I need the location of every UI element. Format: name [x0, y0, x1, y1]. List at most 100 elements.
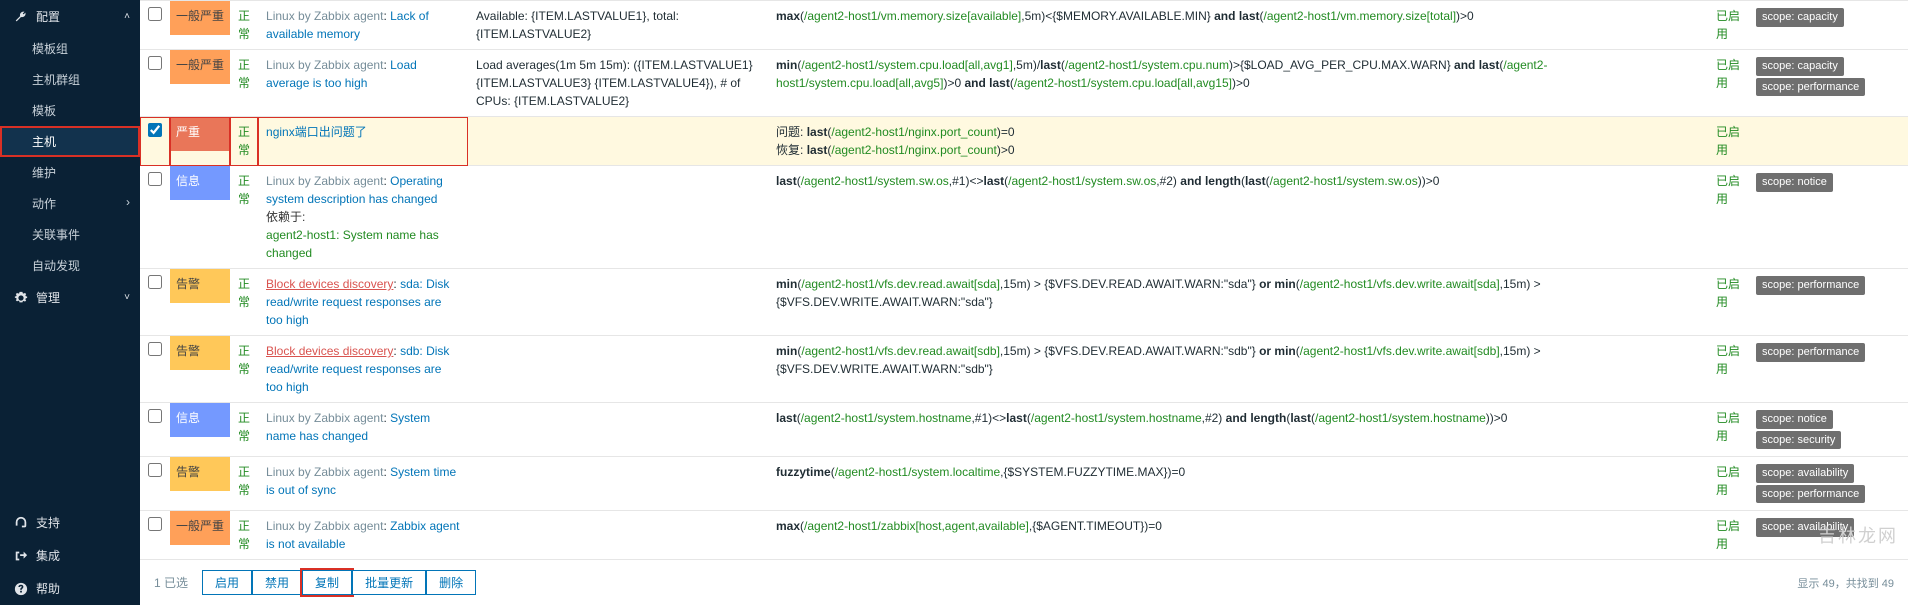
- template-link[interactable]: Linux by Zabbix agent: [266, 58, 383, 72]
- template-link[interactable]: Linux by Zabbix agent: [266, 9, 383, 23]
- enable-link[interactable]: 已启用: [1716, 277, 1740, 309]
- headset-icon: [14, 516, 28, 530]
- row-checkbox[interactable]: [148, 56, 162, 70]
- template-link[interactable]: Linux by Zabbix agent: [266, 174, 383, 188]
- expr-item-link[interactable]: /agent2-host1/system.cpu.load[all,avg15]: [1014, 76, 1232, 90]
- table-row: 信息正常Linux by Zabbix agent: Operating sys…: [140, 166, 1908, 269]
- sidebar-bottom-支持[interactable]: 支持: [0, 506, 140, 539]
- row-checkbox[interactable]: [148, 7, 162, 21]
- section-label: 管理: [36, 289, 60, 306]
- row-checkbox[interactable]: [148, 409, 162, 423]
- enable-link[interactable]: 已启用: [1716, 411, 1740, 443]
- severity-badge: 告警: [170, 269, 230, 303]
- row-checkbox[interactable]: [148, 275, 162, 289]
- discovery-link[interactable]: Block devices discovery: [266, 277, 393, 291]
- opdata-text: Available: {ITEM.LASTVALUE1}, total: {IT…: [476, 9, 679, 41]
- table-row: 告警正常Linux by Zabbix agent: System time i…: [140, 457, 1908, 511]
- footer-button-启用[interactable]: 启用: [202, 570, 252, 595]
- expr-item-link[interactable]: /agent2-host1/vm.memory.size[total]: [1264, 9, 1457, 23]
- enable-link[interactable]: 已启用: [1716, 9, 1740, 41]
- sidebar-item-主机[interactable]: 主机: [0, 126, 140, 157]
- expr-item-link[interactable]: /agent2-host1/system.hostname: [801, 411, 972, 425]
- template-link[interactable]: Linux by Zabbix agent: [266, 411, 383, 425]
- expr-item-link[interactable]: /agent2-host1/vm.memory.size[available]: [804, 9, 1021, 23]
- summary-text: 显示 49，共找到 49: [1797, 575, 1894, 591]
- expr-item-link[interactable]: /agent2-host1/nginx.port_count: [831, 125, 996, 139]
- expr-item-link[interactable]: /agent2-host1/vfs.dev.read.await[sdb]: [801, 344, 1000, 358]
- expr-item-link[interactable]: /agent2-host1/system.hostname: [1031, 411, 1202, 425]
- table-row: 信息正常Linux by Zabbix agent: System name h…: [140, 403, 1908, 457]
- item-label: 主机: [32, 135, 56, 149]
- expr-item-link[interactable]: /agent2-host1/zabbix[host,agent,availabl…: [804, 519, 1029, 533]
- enable-link[interactable]: 已启用: [1716, 125, 1740, 157]
- enable-link[interactable]: 已启用: [1716, 519, 1740, 551]
- expr-item-link[interactable]: /agent2-host1/system.hostname: [1315, 411, 1486, 425]
- row-checkbox[interactable]: [148, 123, 162, 137]
- status-text: 正常: [238, 174, 250, 206]
- severity-badge: 告警: [170, 336, 230, 370]
- sidebar: 配置˄模板组主机群组模板主机维护动作›关联事件自动发现管理 ˅ 支持集成帮助: [0, 0, 140, 605]
- row-checkbox[interactable]: [148, 172, 162, 186]
- tag-badge: scope: performance: [1756, 276, 1865, 295]
- dependency-link[interactable]: agent2-host1: System name has changed: [266, 228, 439, 260]
- chevron-icon: ˅: [124, 292, 130, 303]
- question-icon: [14, 582, 28, 596]
- expr-item-link[interactable]: /agent2-host1/system.cpu.num: [1065, 58, 1229, 72]
- tag-badge: scope: notice: [1756, 173, 1833, 192]
- table-row: 一般严重正常Linux by Zabbix agent: Lack of ava…: [140, 1, 1908, 50]
- expr-item-link[interactable]: /agent2-host1/system.localtime: [835, 465, 1000, 479]
- expression-cell: fuzzytime(/agent2-host1/system.localtime…: [768, 457, 1708, 511]
- expression-cell: last(/agent2-host1/system.sw.os,#1)<>las…: [768, 166, 1708, 269]
- expr-item-link[interactable]: /agent2-host1/vfs.dev.read.await[sda]: [801, 277, 1000, 291]
- footer-button-批量更新[interactable]: 批量更新: [352, 570, 426, 595]
- enable-link[interactable]: 已启用: [1716, 58, 1740, 90]
- status-text: 正常: [238, 9, 250, 41]
- discovery-link[interactable]: Block devices discovery: [266, 344, 393, 358]
- expr-item-link[interactable]: /agent2-host1/vfs.dev.write.await[sda]: [1300, 277, 1500, 291]
- table-row: 告警正常Block devices discovery: sdb: Disk r…: [140, 336, 1908, 403]
- enable-link[interactable]: 已启用: [1716, 465, 1740, 497]
- expr-item-link[interactable]: /agent2-host1/nginx.port_count: [831, 143, 996, 157]
- footer-button-删除[interactable]: 删除: [426, 570, 476, 595]
- sidebar-item-关联事件[interactable]: 关联事件: [0, 219, 140, 250]
- sidebar-item-模板[interactable]: 模板: [0, 95, 140, 126]
- chevron-right-icon: ›: [126, 195, 130, 209]
- status-text: 正常: [238, 519, 250, 551]
- item-label: 支持: [36, 514, 60, 531]
- sidebar-item-模板组[interactable]: 模板组: [0, 33, 140, 64]
- status-text: 正常: [238, 465, 250, 497]
- row-checkbox[interactable]: [148, 463, 162, 477]
- trigger-name-link[interactable]: nginx端口出问题了: [266, 125, 367, 139]
- triggers-table: 一般严重正常Linux by Zabbix agent: Lack of ava…: [140, 0, 1908, 559]
- expr-item-link[interactable]: /agent2-host1/system.sw.os: [1270, 174, 1418, 188]
- tag-badge: scope: availability: [1756, 518, 1854, 537]
- sidebar-item-主机群组[interactable]: 主机群组: [0, 64, 140, 95]
- expr-item-link[interactable]: /agent2-host1/system.cpu.load[all,avg1]: [801, 58, 1012, 72]
- status-text: 正常: [238, 344, 250, 376]
- sidebar-bottom-集成[interactable]: 集成: [0, 539, 140, 572]
- template-link[interactable]: Linux by Zabbix agent: [266, 465, 383, 479]
- sidebar-section-配置[interactable]: 配置˄: [0, 0, 140, 33]
- expression-cell: max(/agent2-host1/vm.memory.size[availab…: [768, 1, 1708, 50]
- table-row: 告警正常Block devices discovery: sda: Disk r…: [140, 269, 1908, 336]
- status-text: 正常: [238, 58, 250, 90]
- sidebar-section-管理[interactable]: 管理 ˅: [0, 281, 140, 314]
- row-checkbox[interactable]: [148, 517, 162, 531]
- expr-item-link[interactable]: /agent2-host1/system.sw.os: [801, 174, 949, 188]
- sidebar-item-维护[interactable]: 维护: [0, 157, 140, 188]
- severity-badge: 一般严重: [170, 511, 230, 545]
- footer-button-复制[interactable]: 复制: [302, 570, 352, 595]
- expr-item-link[interactable]: /agent2-host1/system.sw.os: [1008, 174, 1156, 188]
- enable-link[interactable]: 已启用: [1716, 344, 1740, 376]
- sidebar-item-自动发现[interactable]: 自动发现: [0, 250, 140, 281]
- template-link[interactable]: Linux by Zabbix agent: [266, 519, 383, 533]
- enable-link[interactable]: 已启用: [1716, 174, 1740, 206]
- item-label: 主机群组: [32, 73, 80, 87]
- sidebar-bottom-帮助[interactable]: 帮助: [0, 572, 140, 605]
- footer-button-禁用[interactable]: 禁用: [252, 570, 302, 595]
- tag-badge: scope: capacity: [1756, 8, 1844, 27]
- row-checkbox[interactable]: [148, 342, 162, 356]
- expr-item-link[interactable]: /agent2-host1/vfs.dev.write.await[sdb]: [1300, 344, 1500, 358]
- sidebar-item-动作[interactable]: 动作›: [0, 188, 140, 219]
- expression-cell: min(/agent2-host1/vfs.dev.read.await[sda…: [768, 269, 1708, 336]
